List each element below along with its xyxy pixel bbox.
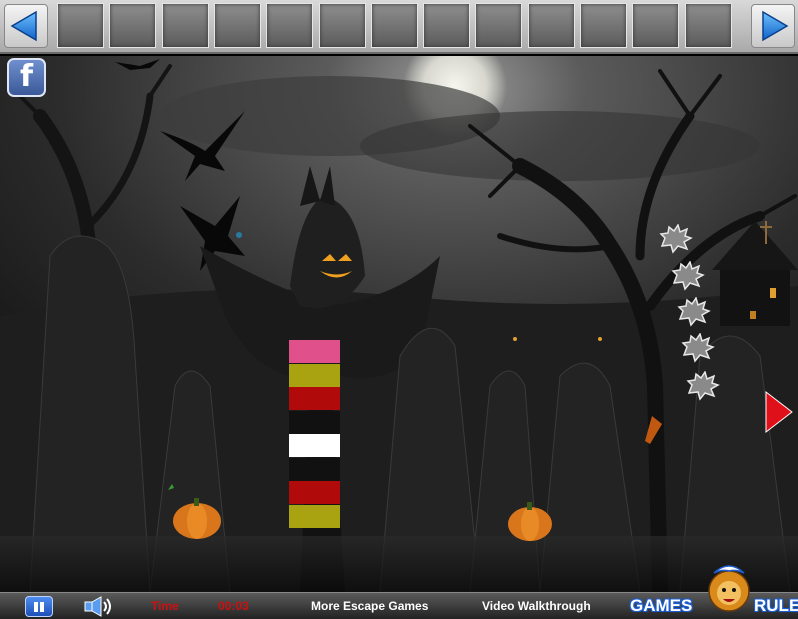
color-stripe[interactable]: [289, 505, 340, 528]
color-stripe[interactable]: [289, 340, 340, 363]
logo-word-right: RULE: [754, 596, 798, 615]
inventory-slot[interactable]: [475, 3, 522, 48]
color-stripe[interactable]: [289, 387, 340, 410]
inventory-slot[interactable]: [266, 3, 313, 48]
inventory-bar: [0, 0, 798, 54]
sound-button[interactable]: [82, 595, 116, 618]
left-triangle-icon: [10, 10, 37, 42]
more-escape-games-link[interactable]: More Escape Games: [311, 599, 428, 613]
inventory-slot[interactable]: [423, 3, 470, 48]
leaf-silhouette-icon[interactable]: [677, 297, 711, 327]
leaf-silhouette-icon[interactable]: [659, 224, 693, 254]
inventory-slot[interactable]: [580, 3, 627, 48]
leaf-silhouette-icon[interactable]: [681, 333, 715, 363]
color-stripe[interactable]: [289, 458, 340, 481]
inventory-slot[interactable]: [685, 3, 732, 48]
color-stripe[interactable]: [289, 481, 340, 504]
time-value: 00:03: [218, 599, 249, 613]
leaf-silhouette-icon[interactable]: [671, 261, 705, 291]
go-right-arrow[interactable]: [764, 390, 794, 434]
game-scene: [0, 56, 798, 592]
inventory-prev-button[interactable]: [4, 4, 48, 48]
inventory-slot[interactable]: [162, 3, 209, 48]
inventory-slot[interactable]: [371, 3, 418, 48]
color-stripe[interactable]: [289, 411, 340, 434]
games-rule-logo[interactable]: GAMES RULE: [628, 565, 798, 619]
leaf-silhouette-icon[interactable]: [686, 371, 720, 401]
inventory-slot[interactable]: [214, 3, 261, 48]
inventory-slot[interactable]: [528, 3, 575, 48]
bottom-bar: Time 00:03 More Escape Games Video Walkt…: [0, 565, 798, 619]
inventory-slot[interactable]: [109, 3, 156, 48]
video-walkthrough-link[interactable]: Video Walkthrough: [482, 599, 591, 613]
speaker-icon: [84, 596, 111, 617]
inventory-next-button[interactable]: [751, 4, 795, 48]
lion-mascot-icon: [708, 565, 750, 612]
color-stripe[interactable]: [289, 364, 340, 387]
right-triangle-icon: [762, 10, 789, 42]
color-stripe[interactable]: [289, 434, 340, 457]
inventory-slot[interactable]: [57, 3, 104, 48]
inventory-slot[interactable]: [632, 3, 679, 48]
pause-button[interactable]: [25, 596, 53, 617]
inventory-slot[interactable]: [319, 3, 366, 48]
logo-word-left: GAMES: [630, 596, 693, 615]
facebook-button[interactable]: f: [7, 58, 46, 97]
time-label: Time: [151, 599, 179, 613]
